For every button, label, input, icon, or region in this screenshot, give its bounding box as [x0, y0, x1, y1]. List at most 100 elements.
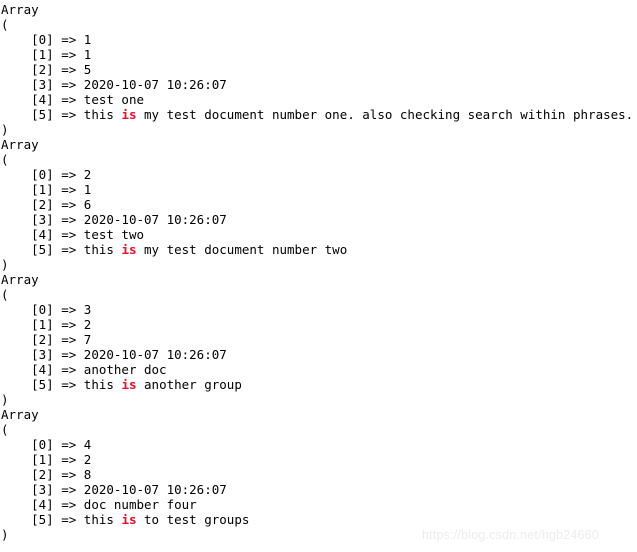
array-entry-value-post: another group: [136, 377, 242, 392]
array-entry-value: 3: [83, 302, 92, 317]
array-entry-arrow: =>: [53, 197, 84, 212]
array-entry-value: 5: [83, 62, 92, 77]
array-header: Array: [1, 2, 39, 17]
search-highlight: is: [121, 107, 137, 122]
array-entry: [3] => 2020-10-07 10:26:07: [1, 347, 633, 362]
array-entry-key: [4]: [1, 92, 54, 107]
array-entry-value: 8: [83, 467, 92, 482]
array-entry-value: 1: [83, 182, 92, 197]
array-entry: [2] => 8: [1, 467, 633, 482]
array-entry: [5] => this is another group: [1, 377, 633, 392]
array-entry-key: [4]: [1, 362, 54, 377]
array-entry-key: [5]: [1, 377, 54, 392]
array-open-paren: (: [1, 17, 9, 32]
array-entry: [2] => 7: [1, 332, 633, 347]
array-header: Array: [1, 272, 39, 287]
array-entry-key: [2]: [1, 467, 54, 482]
array-entry-value: 2020-10-07 10:26:07: [83, 212, 227, 227]
array-entry: [0] => 2: [1, 167, 633, 182]
array-entry-arrow: =>: [53, 362, 84, 377]
array-entry-arrow: =>: [53, 62, 84, 77]
array-close-paren: ): [1, 392, 9, 407]
array-entry: [0] => 4: [1, 437, 633, 452]
array-entry-arrow: =>: [53, 167, 84, 182]
array-entry-value-pre: this: [83, 377, 122, 392]
array-entry-arrow: =>: [53, 317, 84, 332]
array-entry: [4] => doc number four: [1, 497, 633, 512]
array-close-paren: ): [1, 122, 9, 137]
array-entry-value: 2020-10-07 10:26:07: [83, 482, 227, 497]
array-entry-value-post: my test document number one. also checki…: [136, 107, 634, 122]
array-entry-arrow: =>: [53, 77, 84, 92]
array-entry-key: [0]: [1, 302, 54, 317]
array-entry: [4] => another doc: [1, 362, 633, 377]
array-entry: [2] => 6: [1, 197, 633, 212]
array-entry-value: 2: [83, 317, 92, 332]
array-entry-value-pre: this: [83, 242, 122, 257]
array-entry-value: 7: [83, 332, 92, 347]
array-entry-value: 2020-10-07 10:26:07: [83, 347, 227, 362]
array-entry-arrow: =>: [53, 302, 84, 317]
array-close-paren: ): [1, 257, 9, 272]
array-entry-key: [3]: [1, 482, 54, 497]
watermark-text: https://blog.csdn.net/hgb24660: [422, 528, 599, 542]
array-entry: [4] => test two: [1, 227, 633, 242]
array-open-paren: (: [1, 287, 9, 302]
array-entry-arrow: =>: [53, 377, 84, 392]
array-entry: [1] => 2: [1, 317, 633, 332]
array-entry-arrow: =>: [53, 497, 84, 512]
search-highlight: is: [121, 377, 137, 392]
array-entry: [0] => 3: [1, 302, 633, 317]
array-entry-key: [2]: [1, 332, 54, 347]
array-entry: [0] => 1: [1, 32, 633, 47]
array-entry-key: [4]: [1, 497, 54, 512]
array-entry: [5] => this is my test document number o…: [1, 107, 633, 122]
array-entry-value: 2: [83, 452, 92, 467]
array-entry: [3] => 2020-10-07 10:26:07: [1, 77, 633, 92]
array-open-paren: (: [1, 422, 9, 437]
array-entry-key: [1]: [1, 47, 54, 62]
array-entry-key: [2]: [1, 62, 54, 77]
array-entry-arrow: =>: [53, 482, 84, 497]
array-entry-key: [3]: [1, 77, 54, 92]
array-entry-arrow: =>: [53, 182, 84, 197]
array-entry: [4] => test one: [1, 92, 633, 107]
array-entry-key: [1]: [1, 182, 54, 197]
array-entry-key: [0]: [1, 167, 54, 182]
array-entry-key: [5]: [1, 242, 54, 257]
array-entry-arrow: =>: [53, 92, 84, 107]
array-entry-value: another doc: [83, 362, 167, 377]
array-entry-value: doc number four: [83, 497, 197, 512]
array-entry-arrow: =>: [53, 437, 84, 452]
array-entry-key: [0]: [1, 32, 54, 47]
array-entry-arrow: =>: [53, 212, 84, 227]
array-entry-arrow: =>: [53, 47, 84, 62]
array-entry-key: [1]: [1, 452, 54, 467]
array-entry-value: 2020-10-07 10:26:07: [83, 77, 227, 92]
array-entry-key: [4]: [1, 227, 54, 242]
array-entry-arrow: =>: [53, 452, 84, 467]
array-entry-key: [5]: [1, 107, 54, 122]
array-entry-value-pre: this: [83, 107, 122, 122]
array-entry-arrow: =>: [53, 467, 84, 482]
array-entry-value: 2: [83, 167, 92, 182]
print-r-output: Array( [0] => 1 [1] => 1 [2] => 5 [3] =>…: [1, 2, 633, 542]
array-entry: [5] => this is to test groups: [1, 512, 633, 527]
array-entry: [1] => 1: [1, 47, 633, 62]
search-highlight: is: [121, 242, 137, 257]
array-entry-arrow: =>: [53, 347, 84, 362]
array-entry-key: [0]: [1, 437, 54, 452]
array-entry: [5] => this is my test document number t…: [1, 242, 633, 257]
array-header: Array: [1, 137, 39, 152]
array-entry-value: 6: [83, 197, 92, 212]
array-entry-value-post: to test groups: [136, 512, 250, 527]
array-entry-key: [5]: [1, 512, 54, 527]
array-entry-key: [3]: [1, 347, 54, 362]
array-entry: [1] => 2: [1, 452, 633, 467]
array-entry-value-pre: this: [83, 512, 122, 527]
array-entry-arrow: =>: [53, 332, 84, 347]
array-entry-arrow: =>: [53, 32, 84, 47]
array-entry-key: [1]: [1, 317, 54, 332]
array-entry-value: 4: [83, 437, 92, 452]
array-entry-key: [2]: [1, 197, 54, 212]
